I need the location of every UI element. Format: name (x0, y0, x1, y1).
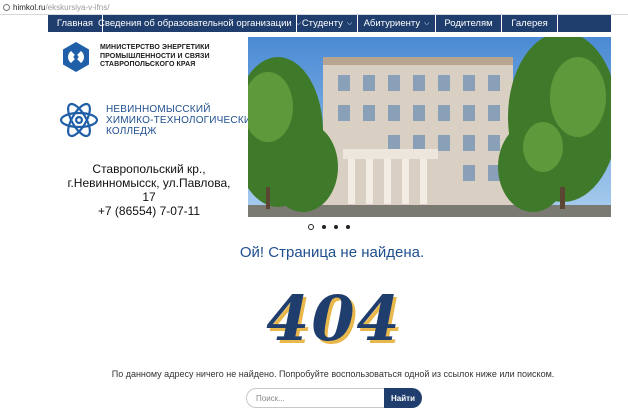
security-icon[interactable] (3, 3, 10, 11)
ministry-line: ПРОМЫШЛЕННОСТИ И СВЯЗИ (100, 52, 210, 60)
nav-label: Родителям (444, 18, 493, 29)
college-atom-icon (59, 102, 99, 138)
college-logo[interactable]: НЕВИННОМЫССКИЙ ХИМИКО-ТЕХНОЛОГИЧЕСКИЙ КО… (58, 99, 259, 141)
search-input[interactable] (246, 388, 384, 408)
error-description: По данному адресу ничего не найдено. Поп… (111, 369, 555, 379)
nav-label: Главная (56, 18, 94, 29)
search-button[interactable]: Найти (384, 388, 422, 408)
slider-dot[interactable] (322, 225, 326, 229)
ministry-logo[interactable]: МИНИСТЕРСТВО ЭНЕРГЕТИКИ ПРОМЫШЛЕННОСТИ И… (60, 41, 210, 73)
nav-item-extra[interactable] (558, 15, 611, 32)
ministry-line: СТАВРОПОЛЬСКОГО КРАЯ (100, 61, 196, 69)
error-code: 404 (266, 282, 402, 355)
chevron-down-icon: ⌵ (424, 19, 430, 27)
nav-item-home[interactable]: Главная (48, 15, 103, 32)
nav-label: Галерея (511, 18, 548, 29)
url-host: himkol.ru (13, 2, 46, 12)
contact-address: Ставропольский кр., г.Невинномысск, ул.П… (60, 162, 238, 218)
college-logo-text: НЕВИННОМЫССКИЙ ХИМИКО-ТЕХНОЛОГИЧЕСКИЙ КО… (106, 104, 259, 137)
slider-dot[interactable] (346, 225, 350, 229)
nav-item-student[interactable]: Студенту ⌵ (297, 15, 358, 32)
ministry-emblem-icon (63, 42, 89, 72)
nav-item-parents[interactable]: Родителям (436, 15, 502, 32)
main-nav: Главная Сведения об образовательной орга… (48, 15, 611, 32)
ministry-line: МИНИСТЕРСТВО ЭНЕРГЕТИКИ (100, 44, 210, 52)
chevron-down-icon: ⌵ (346, 19, 353, 27)
phone-number: +7 (86554) 7-07-11 (97, 204, 201, 218)
nav-item-applicant[interactable]: Абитуриенту ⌵ (358, 15, 436, 32)
search-form: Найти (246, 388, 422, 408)
nav-label: Сведения об образовательной организации (98, 18, 292, 29)
nav-item-gallery[interactable]: Галерея (502, 15, 558, 32)
slider-pagination (308, 224, 350, 230)
error-title: Ой! Страница не найдена. (239, 244, 425, 261)
college-building-photo (248, 37, 611, 217)
nav-label: Абитуриенту (363, 18, 421, 29)
college-line: ХИМИКО-ТЕХНОЛОГИЧЕСКИЙ (106, 114, 259, 126)
nav-item-about-organization[interactable]: Сведения об образовательной организации ⌵ (98, 15, 301, 32)
slider-dot[interactable] (334, 225, 338, 229)
slider-dot[interactable] (308, 224, 314, 230)
address-bar[interactable]: himkol.ru/ekskursiya-v-ifns/ (0, 0, 628, 15)
address-line: г.Невинномысск, ул.Павлова, 17 (67, 176, 231, 204)
college-line: НЕВИННОМЫССКИЙ (106, 103, 211, 115)
college-line: КОЛЛЕДЖ (106, 125, 157, 137)
slider-image[interactable] (248, 37, 611, 217)
ministry-logo-text: МИНИСТЕРСТВО ЭНЕРГЕТИКИ ПРОМЫШЛЕННОСТИ И… (100, 44, 210, 70)
nav-label: Студенту (301, 18, 343, 29)
address-line: Ставропольский кр., (92, 162, 206, 176)
url-path: /ekskursiya-v-ifns/ (45, 2, 110, 12)
